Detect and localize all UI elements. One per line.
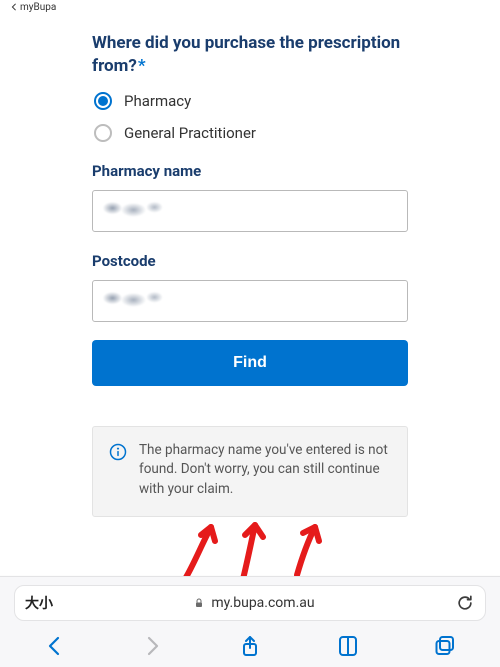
address-host[interactable]: my.bupa.com.au — [61, 595, 447, 611]
tabs-icon[interactable] — [433, 634, 457, 658]
info-message-box: The pharmacy name you've entered is not … — [92, 426, 408, 517]
info-icon — [109, 443, 127, 461]
radio-pharmacy-label: Pharmacy — [124, 92, 191, 110]
radio-gp[interactable]: General Practitioner — [94, 124, 408, 142]
radio-indicator-icon — [94, 92, 112, 110]
bookmarks-icon[interactable] — [336, 634, 360, 658]
back-to-app[interactable]: myBupa — [10, 2, 56, 13]
question-heading: Where did you purchase the prescription … — [92, 32, 408, 78]
info-message-text: The pharmacy name you've entered is not … — [139, 441, 391, 500]
nav-forward-icon[interactable] — [140, 634, 164, 658]
pharmacy-name-field-wrap — [92, 190, 408, 232]
annotation-arrows — [92, 521, 408, 581]
share-icon[interactable] — [238, 634, 262, 658]
postcode-input[interactable] — [92, 280, 408, 322]
postcode-field-wrap — [92, 280, 408, 322]
address-bar[interactable]: 大小 my.bupa.com.au — [14, 585, 486, 621]
status-bar: myBupa — [0, 0, 500, 14]
nav-back-icon[interactable] — [43, 634, 67, 658]
pharmacy-name-input[interactable] — [92, 190, 408, 232]
radio-gp-label: General Practitioner — [124, 124, 256, 142]
postcode-label: Postcode — [92, 252, 408, 270]
arrow-scribble-icon — [165, 521, 335, 583]
radio-pharmacy[interactable]: Pharmacy — [94, 92, 408, 110]
find-button-label: Find — [233, 354, 267, 372]
radio-indicator-icon — [94, 124, 112, 142]
safari-chrome: 大小 my.bupa.com.au — [0, 576, 500, 667]
lock-icon — [193, 597, 205, 609]
back-app-label: myBupa — [20, 2, 56, 13]
required-star: * — [138, 56, 146, 76]
claim-form: Where did you purchase the prescription … — [0, 32, 500, 656]
find-button[interactable]: Find — [92, 340, 408, 386]
reload-icon[interactable] — [455, 593, 475, 613]
pharmacy-name-label: Pharmacy name — [92, 162, 408, 180]
address-host-text: my.bupa.com.au — [211, 595, 314, 611]
safari-toolbar — [0, 627, 500, 667]
back-caret-icon — [10, 3, 18, 11]
text-size-button[interactable]: 大小 — [25, 593, 53, 613]
